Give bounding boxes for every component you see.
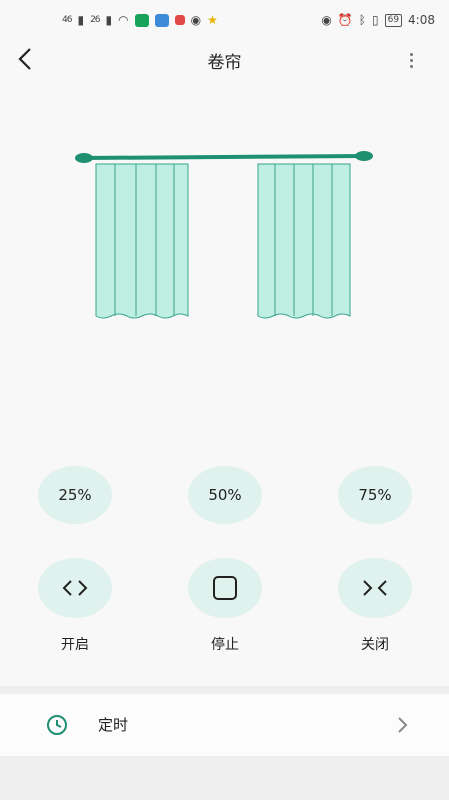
vibrate-icon: ▯ [371,13,379,27]
timer-row[interactable]: 定时 [0,694,449,756]
rod-end-right [355,151,373,161]
stop-label: 停止 [211,637,239,653]
preset-25-button[interactable]: 25% [38,466,112,524]
app-notification-icon-blue [154,13,169,27]
clock-time: 4:08 [408,13,435,27]
section-divider [0,686,449,694]
status-bar: 46 ▮ 26 ▮ ◠ ◉ ★ ◉ ⏰ ᛒ ▯ 69 4:08 [0,0,449,40]
app-notification-icon-red [174,15,185,25]
bottom-spacer [0,756,449,800]
curtain-panel-right [257,163,351,319]
preset-50-button[interactable]: 50% [188,466,262,524]
clock-icon [47,715,67,735]
rod-end-left [75,153,93,163]
close-button[interactable] [338,558,412,618]
curtain-panel-left [95,163,189,319]
eye-icon: ◉ [321,13,332,27]
bluetooth-icon: ᛒ [358,13,366,27]
app-notification-icon-gray: ◉ [190,13,202,27]
more-dot-icon [409,58,413,62]
status-left: 46 ▮ 26 ▮ ◠ ◉ ★ [62,13,218,27]
curtain-rod [83,154,365,160]
more-options-button[interactable] [405,46,417,74]
open-button[interactable] [38,558,112,618]
more-dot-icon [409,52,413,56]
signal-indicator-1: 46 [62,15,73,25]
close-arrows-icon [363,580,387,596]
battery-icon: 69 [384,13,403,27]
open-label: 开启 [61,637,89,653]
header: 卷帘 [0,40,449,80]
curtain-illustration [75,151,373,319]
stop-square-icon [213,576,237,600]
timer-label: 定时 [98,716,129,734]
open-arrows-icon [62,580,88,596]
preset-75-button[interactable]: 75% [338,466,412,524]
stop-button[interactable] [188,558,262,618]
more-dot-icon [409,64,413,68]
app-notification-icon-green [134,13,149,27]
signal-bars-icon-2: ▮ [105,13,113,27]
signal-bars-icon: ▮ [77,13,85,27]
wifi-icon: ◠ [118,13,129,27]
signal-indicator-2: 26 [90,15,101,25]
star-icon: ★ [207,13,218,27]
alarm-icon: ⏰ [337,13,353,27]
close-label: 关闭 [361,637,389,653]
page-title: 卷帘 [207,53,242,73]
chevron-right-icon [398,717,408,733]
status-right: ◉ ⏰ ᛒ ▯ 69 4:08 [321,13,435,27]
